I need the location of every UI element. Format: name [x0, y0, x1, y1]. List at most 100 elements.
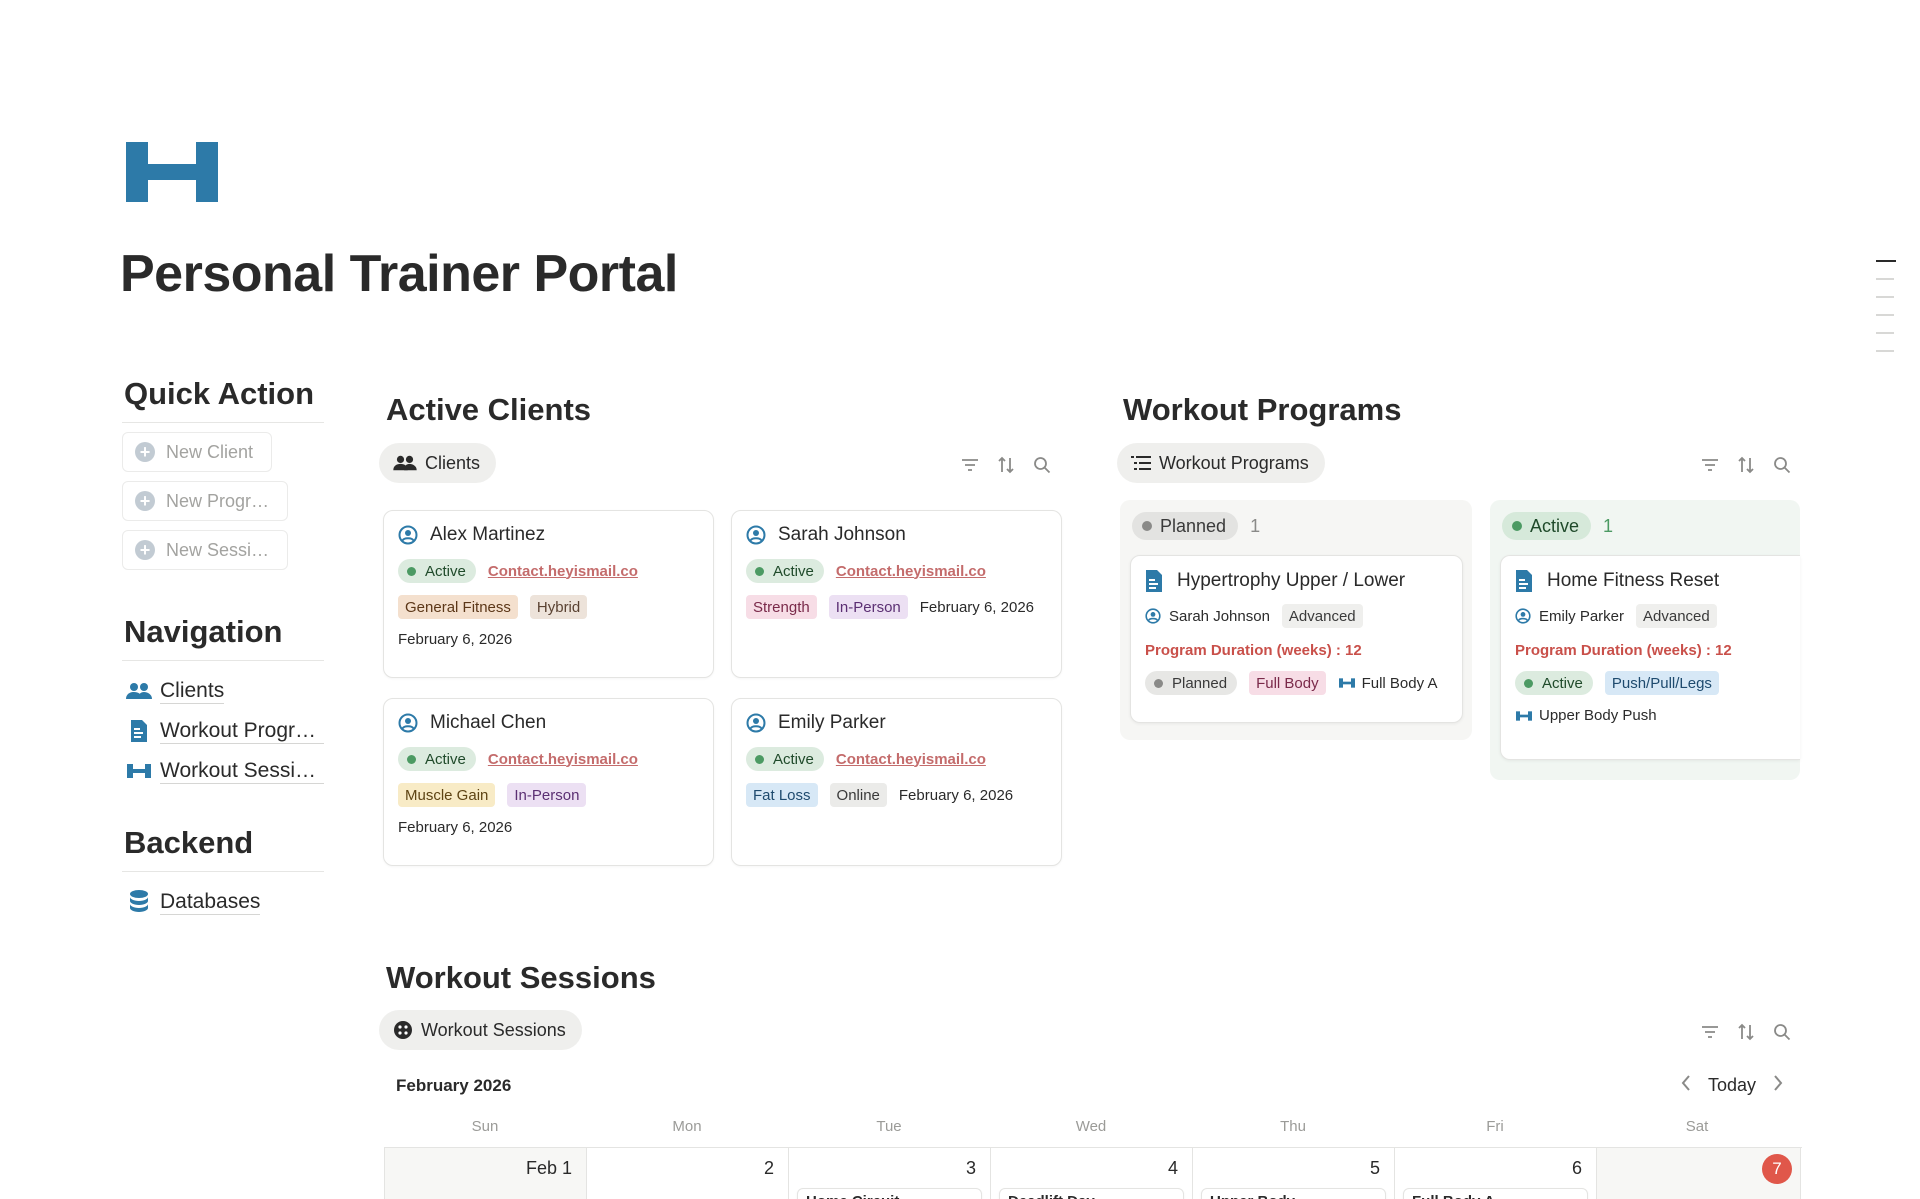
list-icon: [1131, 456, 1151, 470]
session-event[interactable]: Upper Body: [1201, 1188, 1386, 1199]
people-icon: [126, 683, 152, 699]
session-event[interactable]: Deadlift Day: [999, 1188, 1184, 1199]
program-card[interactable]: Home Fitness Reset Emily Parker Advanced…: [1500, 555, 1800, 760]
weekday-label: Sun: [471, 1118, 499, 1135]
program-duration: Program Duration (weeks) : 12: [1145, 642, 1362, 659]
plus-icon: +: [135, 540, 155, 560]
calendar-day[interactable]: 6 Full Body A: [1395, 1148, 1597, 1199]
nav-item-workout-programs[interactable]: Workout Progra…: [122, 711, 324, 751]
programs-toolbar: [1700, 455, 1792, 475]
dumbbell-icon: [126, 142, 218, 202]
filter-icon[interactable]: [1700, 455, 1720, 475]
calendar-month: February 2026: [396, 1076, 512, 1095]
plus-icon: +: [135, 491, 155, 511]
search-icon[interactable]: [1772, 1022, 1792, 1042]
column-status-badge: Active: [1502, 512, 1592, 540]
start-date: February 6, 2026: [398, 631, 513, 648]
program-client[interactable]: Emily Parker: [1539, 608, 1624, 625]
client-card[interactable]: Sarah Johnson Active Contact.heyismail.c…: [731, 510, 1062, 678]
nav-item-databases[interactable]: Databases: [122, 882, 324, 922]
goal-tag: Fat Loss: [746, 783, 818, 807]
dumbbell-icon: [1338, 678, 1355, 688]
navigation-heading: Navigation: [122, 610, 324, 661]
email-link[interactable]: Contact.heyismail.co: [488, 751, 638, 768]
mode-tag: In-Person: [507, 783, 587, 807]
sort-icon[interactable]: [1736, 1022, 1756, 1042]
mode-tag: In-Person: [828, 595, 908, 619]
dumbbell-icon: [127, 764, 151, 778]
weekday-label: Thu: [1280, 1118, 1306, 1135]
today-indicator: 7: [1762, 1154, 1792, 1184]
new-program-button[interactable]: + New Progr…: [122, 481, 288, 521]
calendar-day[interactable]: 5 Upper Body: [1193, 1148, 1395, 1199]
level-tag: Advanced: [1281, 604, 1363, 628]
program-name: Home Fitness Reset: [1547, 570, 1720, 591]
table-of-contents[interactable]: [1876, 260, 1896, 368]
column-status-badge: Planned: [1132, 512, 1239, 540]
database-icon: [130, 890, 148, 912]
search-icon[interactable]: [1032, 455, 1052, 475]
document-icon: [131, 720, 147, 742]
email-link[interactable]: Contact.heyismail.co: [488, 563, 638, 580]
client-card[interactable]: Alex Martinez Active Contact.heyismail.c…: [383, 510, 714, 678]
nav-item-clients[interactable]: Clients: [122, 671, 324, 711]
level-tag: Advanced: [1636, 604, 1717, 628]
split-tag: Push/Pull/Legs: [1604, 671, 1719, 695]
status-badge: Active: [746, 559, 824, 583]
filter-icon[interactable]: [1700, 1022, 1720, 1042]
program-card[interactable]: Hypertrophy Upper / Lower Sarah Johnson …: [1130, 555, 1463, 723]
session-event[interactable]: Full Body A: [1403, 1188, 1588, 1199]
calendar-day[interactable]: Feb 1: [385, 1148, 587, 1199]
person-icon: [1515, 608, 1531, 624]
calendar-day[interactable]: 2: [587, 1148, 789, 1199]
workout-sessions-heading: Workout Sessions: [386, 960, 656, 995]
search-icon[interactable]: [1772, 455, 1792, 475]
sessions-toolbar: [1700, 1022, 1792, 1042]
sort-icon[interactable]: [996, 455, 1016, 475]
page-title: Personal Trainer Portal: [120, 245, 678, 303]
person-icon: [1145, 608, 1161, 624]
filter-icon[interactable]: [960, 455, 980, 475]
workout-programs-view-tab[interactable]: Workout Programs: [1117, 443, 1325, 483]
session-link[interactable]: Upper Body Push: [1539, 707, 1657, 724]
client-name: Alex Martinez: [430, 524, 546, 545]
today-button[interactable]: Today: [1708, 1075, 1756, 1096]
sort-icon[interactable]: [1736, 455, 1756, 475]
email-link[interactable]: Contact.heyismail.co: [836, 751, 986, 768]
left-sidebar: Quick Action + New Client + New Progr… +…: [122, 372, 324, 922]
session-link[interactable]: Full Body A: [1362, 675, 1438, 692]
mode-tag: Online: [829, 783, 887, 807]
clients-view-tab[interactable]: Clients: [379, 443, 497, 483]
document-icon: [1516, 570, 1532, 592]
weekday-label: Mon: [672, 1118, 702, 1135]
goal-tag: Strength: [746, 595, 817, 619]
calendar-day-today[interactable]: 7: [1597, 1148, 1801, 1199]
people-icon: [393, 455, 417, 471]
mode-tag: Hybrid: [529, 595, 588, 619]
client-card[interactable]: Michael Chen Active Contact.heyismail.co…: [383, 698, 714, 866]
status-badge: Active: [746, 747, 824, 771]
nav-item-workout-sessions[interactable]: Workout Sessio…: [122, 751, 324, 791]
client-name: Emily Parker: [778, 712, 886, 733]
clients-toolbar: [960, 455, 1052, 475]
email-link[interactable]: Contact.heyismail.co: [836, 563, 986, 580]
calendar-nav: Today: [1680, 1074, 1784, 1097]
workout-sessions-view-tab[interactable]: Workout Sessions: [379, 1010, 582, 1050]
session-event[interactable]: Home Circuit: [797, 1188, 982, 1199]
new-client-button[interactable]: + New Client: [122, 432, 272, 472]
status-badge: Planned: [1145, 671, 1238, 695]
program-name: Hypertrophy Upper / Lower: [1177, 570, 1406, 591]
weekday-label: Fri: [1486, 1118, 1504, 1135]
new-session-button[interactable]: + New Sessi…: [122, 530, 288, 570]
person-icon: [398, 525, 418, 545]
chevron-left-icon[interactable]: [1680, 1074, 1692, 1097]
calendar-day[interactable]: 4 Deadlift Day: [991, 1148, 1193, 1199]
status-badge: Active: [398, 747, 476, 771]
calendar-day[interactable]: 3 Home Circuit: [789, 1148, 991, 1199]
weekday-label: Wed: [1075, 1118, 1107, 1135]
chevron-right-icon[interactable]: [1772, 1074, 1784, 1097]
client-card[interactable]: Emily Parker Active Contact.heyismail.co…: [731, 698, 1062, 866]
program-client[interactable]: Sarah Johnson: [1169, 608, 1270, 625]
goal-tag: Muscle Gain: [398, 783, 496, 807]
status-badge: Active: [1515, 671, 1593, 695]
